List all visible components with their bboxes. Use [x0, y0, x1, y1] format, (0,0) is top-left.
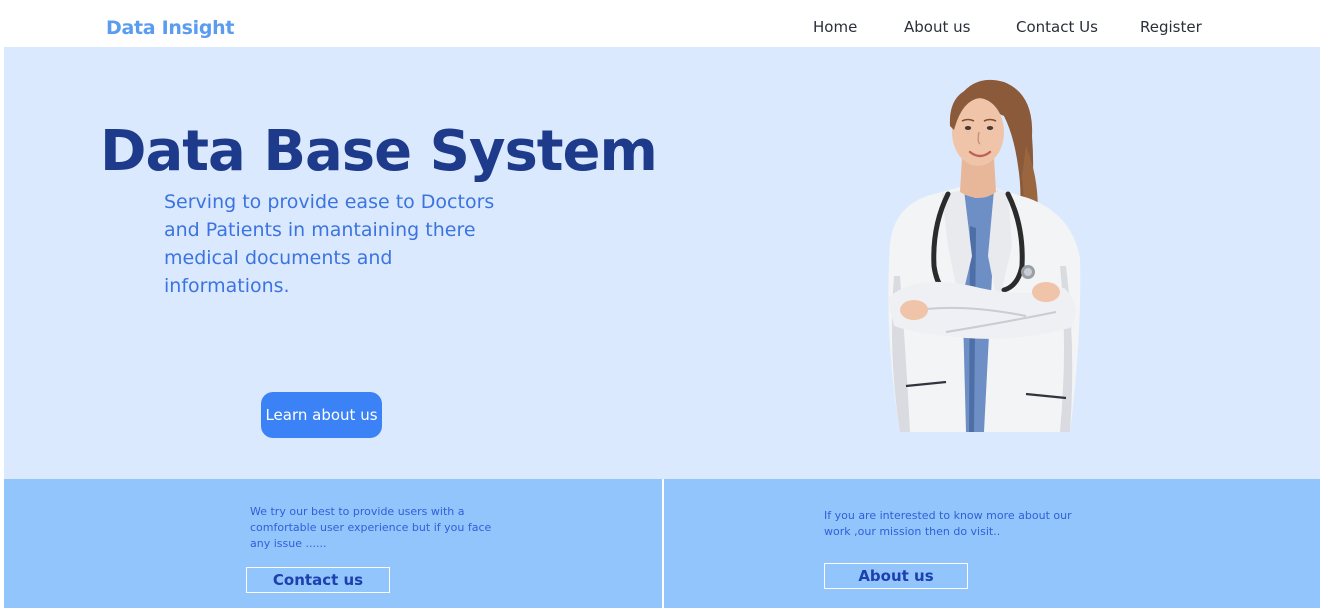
- hero-subtitle: Serving to provide ease to Doctors and P…: [164, 191, 495, 297]
- hero-title: Data Base System: [100, 119, 658, 184]
- nav-about-link[interactable]: About us: [904, 17, 970, 37]
- about-us-button[interactable]: About us: [824, 563, 968, 589]
- brand-logo[interactable]: Data Insight: [106, 15, 234, 41]
- navbar: Data Insight Home About us Contact Us Re…: [0, 0, 1320, 47]
- nav-register-link[interactable]: Register: [1140, 17, 1202, 37]
- nav-contact-link[interactable]: Contact Us: [1016, 17, 1098, 37]
- left-page-edge: [0, 0, 4, 608]
- contact-panel-text: We try our best to provide users with a …: [250, 505, 492, 550]
- about-panel-text: If you are interested to know more about…: [824, 509, 1072, 538]
- contact-us-button[interactable]: Contact us: [246, 567, 390, 593]
- hero-section: Data Base System Serving to provide ease…: [4, 47, 1320, 479]
- doctor-image: [888, 79, 1081, 432]
- contact-panel: We try our best to provide users with a …: [4, 479, 662, 608]
- learn-about-us-button[interactable]: Learn about us: [261, 392, 382, 438]
- nav-home-link[interactable]: Home: [813, 17, 857, 37]
- page: Data Insight Home About us Contact Us Re…: [0, 0, 1320, 608]
- about-panel: If you are interested to know more about…: [664, 479, 1320, 608]
